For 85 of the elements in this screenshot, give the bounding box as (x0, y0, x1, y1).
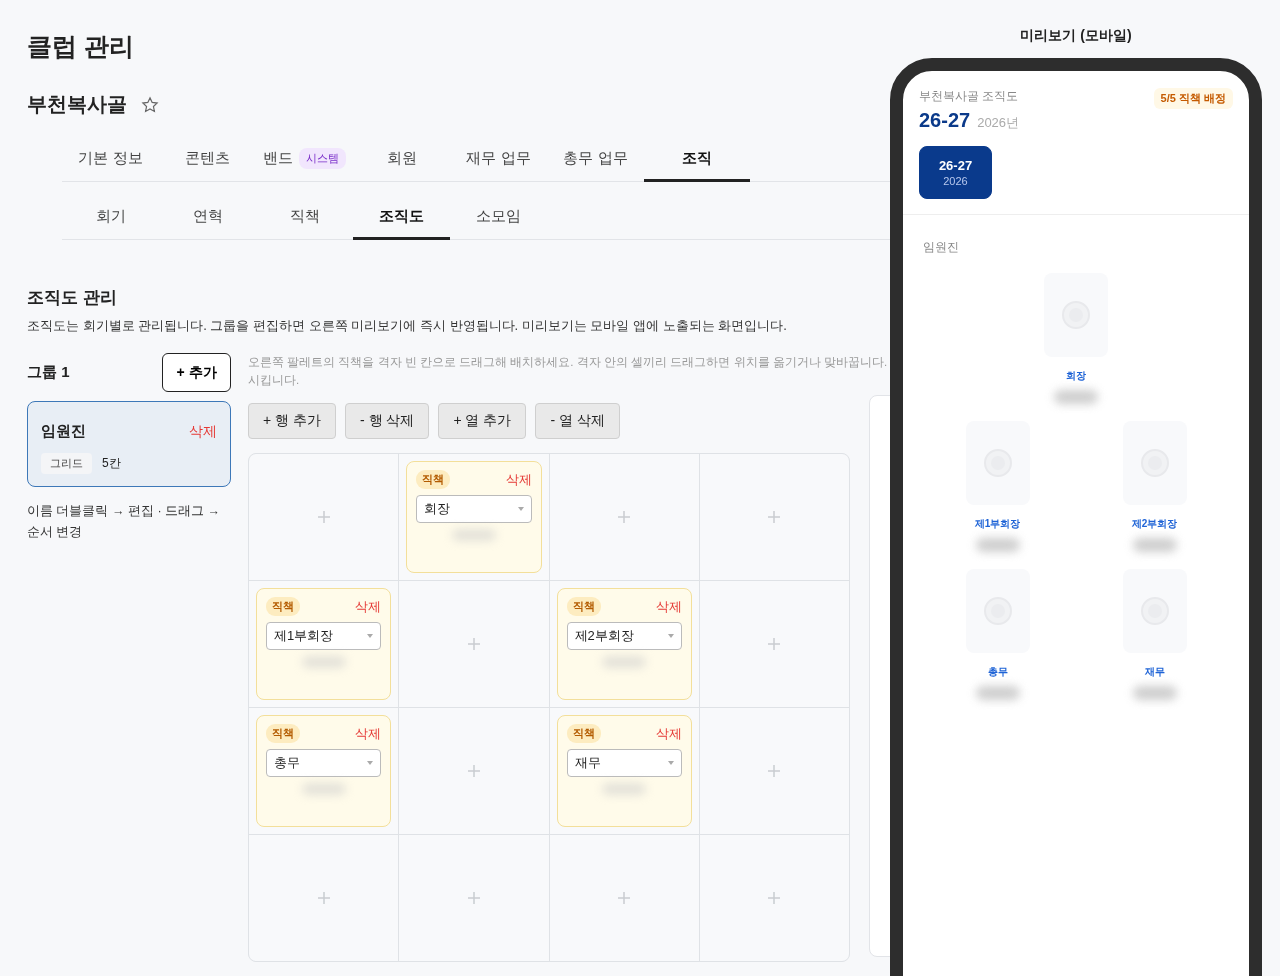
layout-tag: 그리드 (41, 453, 92, 474)
position-title: 제1부회장 (974, 517, 1021, 531)
caret-icon (667, 761, 674, 765)
preview-title: 미리보기 (모바일) (1019, 27, 1133, 45)
blurred-name (1132, 686, 1177, 700)
group-card[interactable]: 임원진 삭제 그리드 5칸 (27, 401, 231, 487)
page-title: 클럽 관리 (27, 31, 134, 62)
delete-link[interactable]: 삭제 (655, 724, 682, 743)
caret-icon (367, 761, 374, 765)
favorite-button[interactable] (141, 95, 159, 114)
blurred-name (975, 686, 1020, 700)
main-tab[interactable]: 회원 (353, 138, 450, 182)
section-title: 조직도 관리 (27, 287, 118, 309)
main-tab[interactable]: 총무 업무 (547, 138, 644, 182)
position-card[interactable]: 직책 삭제 제2부회장 (556, 588, 692, 700)
season-label: 26-27 (919, 109, 971, 132)
main-tab[interactable]: 기본 정보 (62, 138, 159, 182)
plus-icon[interactable] (466, 891, 481, 905)
main-tab[interactable]: 콘텐츠 (159, 138, 256, 182)
position-title: 총무 (987, 665, 1008, 679)
position-card[interactable]: 직책 삭제 총무 (256, 715, 392, 827)
cell-count: 5칸 (102, 455, 121, 472)
caret-icon (517, 507, 524, 511)
blurred-name (1132, 538, 1177, 552)
editor-hint: 오른쪽 팔레트의 직책을 격자 빈 칸으로 드래그해 배치하세요. 격자 안의 셀끼리 드래그하면 위치를 옮기거나 맞바꿉니다. (248, 355, 888, 370)
season-year: 2026년 (977, 114, 1020, 132)
chart-title: 부천복사골 조직도 (919, 88, 1019, 105)
group-heading: 그룹 1 (27, 363, 70, 382)
editor-hint: 시킵니다. (248, 373, 300, 388)
plus-icon[interactable] (767, 510, 782, 524)
delete-link[interactable]: 삭제 (505, 470, 532, 489)
group-name: 임원진 (41, 422, 86, 441)
delete-link[interactable]: 삭제 (355, 597, 382, 616)
grid-button[interactable]: - 행 삭제 (344, 403, 430, 439)
grid-button[interactable]: - 열 삭제 (535, 403, 620, 439)
position-select[interactable]: 재무 (566, 749, 682, 777)
season-chip[interactable]: 26-27 2026 (919, 146, 992, 199)
position-tag: 직책 (566, 597, 601, 616)
position-tag: 직책 (266, 597, 300, 616)
position-select[interactable]: 제2부회장 (566, 622, 682, 650)
sub-tab[interactable]: 소모임 (450, 196, 547, 240)
system-badge: 시스템 (299, 148, 346, 169)
main-tab[interactable]: 재무 업무 (450, 138, 547, 182)
add-group-button[interactable]: + 추가 (162, 353, 231, 392)
sub-tab[interactable]: 직책 (256, 196, 353, 240)
caret-icon (367, 634, 374, 638)
position-select[interactable]: 회장 (416, 495, 532, 523)
plus-icon[interactable] (767, 637, 782, 651)
delete-link[interactable]: 삭제 (655, 597, 682, 616)
position-card[interactable]: 직책 삭제 제1부회장 (256, 588, 392, 700)
sub-tab[interactable]: 회기 (62, 196, 159, 240)
main-tab[interactable]: 조직 (644, 138, 750, 182)
main-tab[interactable]: 밴드 시스템 (256, 138, 353, 182)
plus-icon[interactable] (617, 510, 632, 524)
position-tag: 직책 (416, 470, 451, 489)
group-label: 임원진 (923, 239, 960, 256)
position-card[interactable]: 직책 삭제 회장 (406, 461, 542, 573)
position-tag: 직책 (566, 724, 601, 743)
position-select[interactable]: 총무 (266, 749, 382, 777)
group-hint: 이름 더블클릭 → 편집 · 드래그 → 순서 변경 (27, 503, 221, 541)
section-description: 조직도는 회기별로 관리됩니다. 그룹을 편집하면 오른쪽 미리보기에 즉시 반영됩니다. 미리보기는 모바일 앱에 노출되는 화면입니다. (27, 317, 788, 335)
plus-icon[interactable] (617, 891, 632, 905)
club-name: 부천복사골 (27, 92, 127, 117)
grid-button[interactable]: + 열 추가 (438, 403, 527, 439)
position-title: 회장 (1066, 369, 1086, 383)
plus-icon[interactable] (767, 764, 782, 778)
sub-tab[interactable]: 연혁 (159, 196, 256, 240)
delete-link[interactable]: 삭제 (355, 724, 382, 743)
sub-tab[interactable]: 조직도 (353, 196, 450, 240)
blurred-name (1054, 390, 1098, 404)
position-tag: 직책 (266, 724, 300, 743)
delete-link[interactable]: 삭제 (189, 422, 217, 441)
position-card[interactable]: 직책 삭제 재무 (556, 715, 692, 827)
grid-button[interactable]: + 행 추가 (248, 403, 336, 439)
plus-icon[interactable] (316, 891, 331, 905)
plus-icon[interactable] (316, 510, 331, 524)
position-title: 제2부회장 (1131, 517, 1178, 531)
position-select[interactable]: 제1부회장 (266, 622, 382, 650)
caret-icon (667, 634, 674, 638)
plus-icon[interactable] (466, 637, 481, 651)
plus-icon[interactable] (466, 764, 481, 778)
assignment-badge: 5/5 직책 배정 (1153, 88, 1233, 109)
plus-icon[interactable] (767, 891, 782, 905)
position-title: 재무 (1144, 665, 1165, 679)
blurred-name (975, 538, 1020, 552)
